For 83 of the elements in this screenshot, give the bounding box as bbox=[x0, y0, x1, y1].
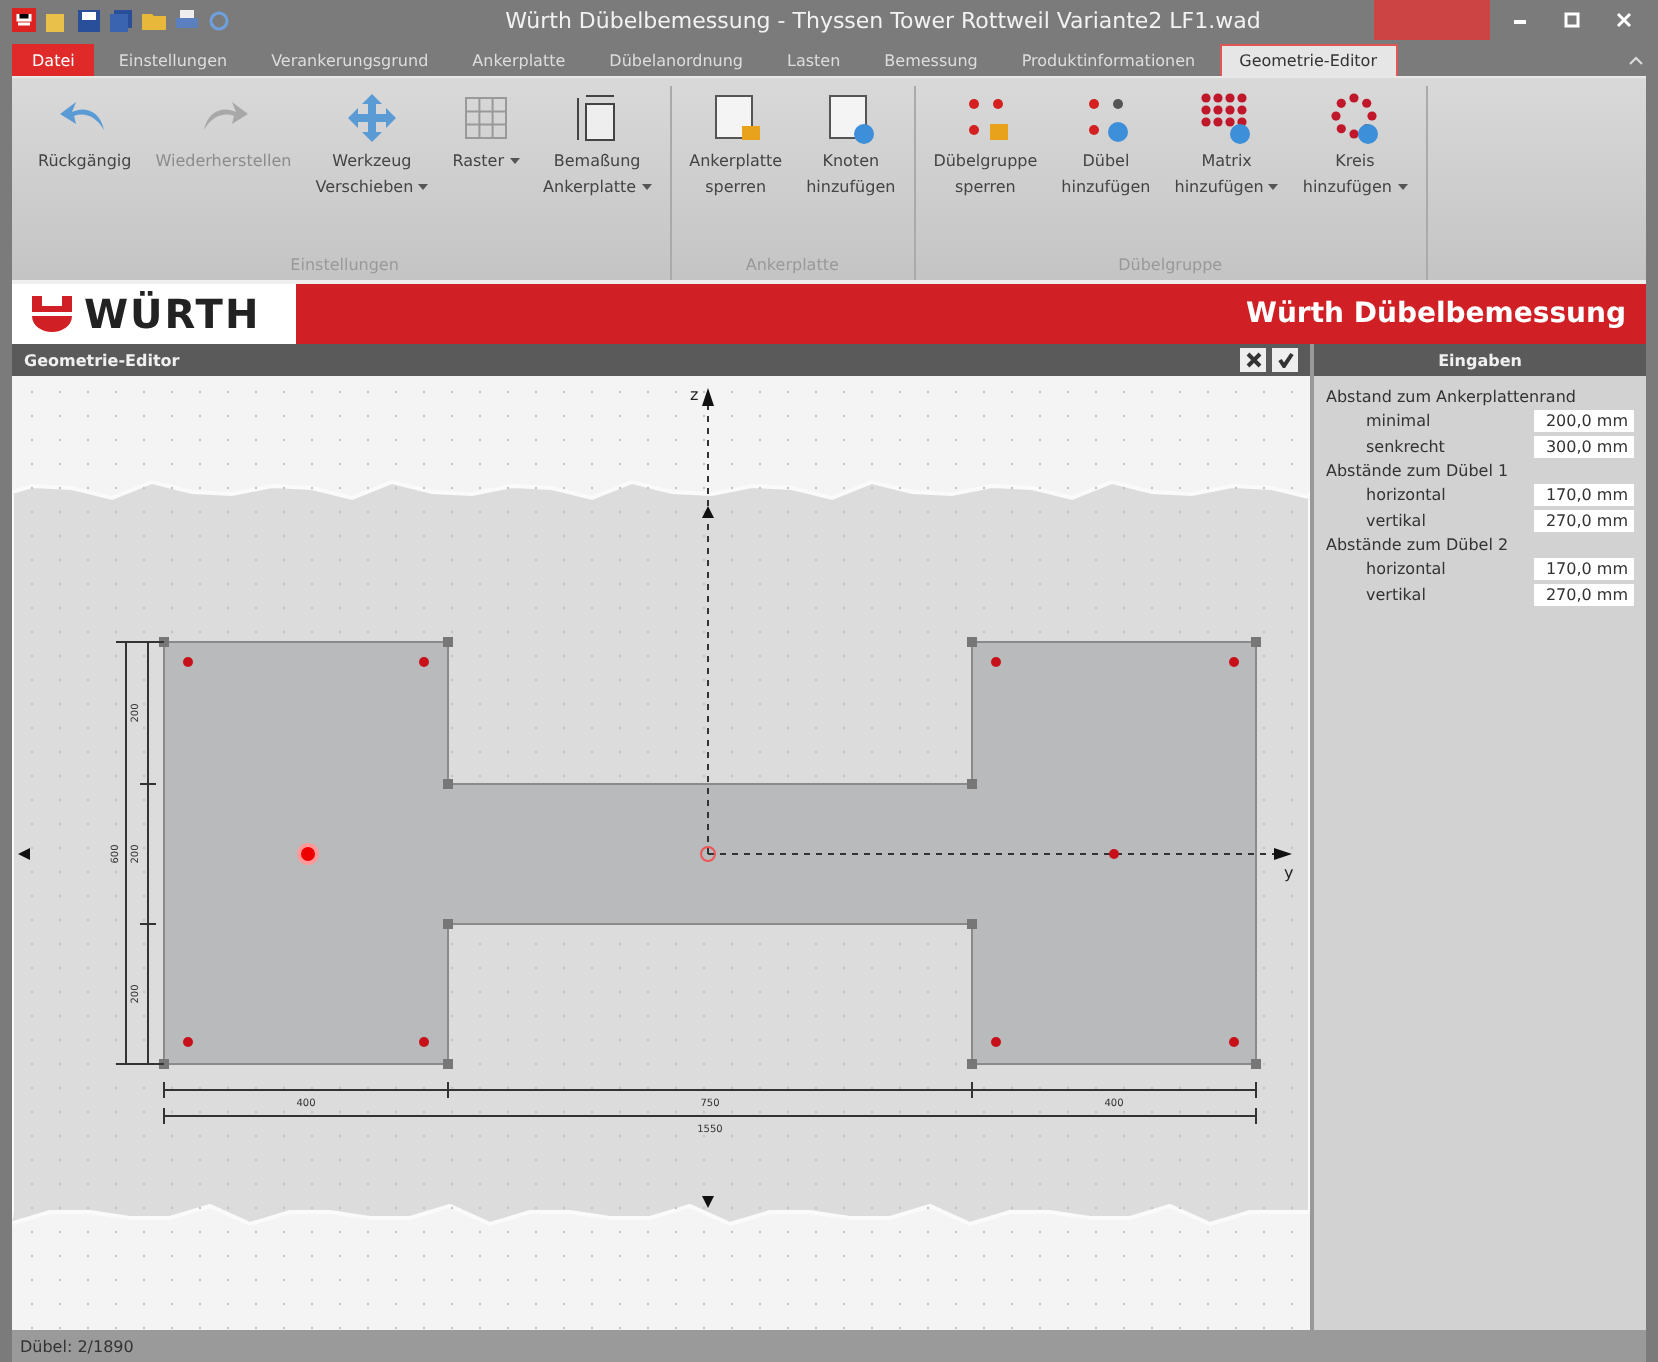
save-icon[interactable] bbox=[78, 9, 100, 31]
section-heading: Abstand zum Ankerplattenrand bbox=[1326, 388, 1578, 406]
toolbar-icon[interactable] bbox=[46, 9, 68, 31]
origin-marker bbox=[700, 846, 716, 862]
node-handle[interactable] bbox=[967, 637, 977, 647]
logo-icon bbox=[32, 296, 72, 332]
field-label: vertikal bbox=[1366, 586, 1428, 604]
caret-icon bbox=[1268, 184, 1279, 192]
node-handle[interactable] bbox=[967, 1059, 977, 1069]
axis-label: z bbox=[690, 386, 699, 404]
caret-icon bbox=[418, 184, 429, 192]
node-handle[interactable] bbox=[159, 1059, 169, 1069]
ribbon-button[interactable]: Werkzeug Verschieben bbox=[309, 86, 435, 256]
input-field[interactable]: 300,0 mm bbox=[1534, 436, 1634, 458]
editor-title: Geometrie-Editor bbox=[24, 351, 182, 369]
node-handle[interactable] bbox=[443, 637, 453, 647]
field-label: vertikal bbox=[1366, 512, 1428, 530]
ribbon-button[interactable]: Knoten hinzufügen bbox=[800, 86, 902, 256]
input-field[interactable]: 270,0 mm bbox=[1534, 510, 1634, 532]
section-heading: Abstände zum Dübel 1 bbox=[1326, 462, 1511, 480]
axis-label: y bbox=[1284, 864, 1294, 882]
dowel-marker[interactable] bbox=[1229, 657, 1239, 667]
dowel-marker[interactable] bbox=[183, 657, 193, 667]
window-title: Würth Dübelbemessung - Thyssen Tower Rottweil Variante2 LF1.wad bbox=[503, 7, 1263, 33]
banner-title: Würth Dübelbemessung bbox=[1244, 298, 1628, 330]
node-handle[interactable] bbox=[967, 779, 977, 789]
app-logo-icon[interactable] bbox=[12, 8, 36, 32]
title-highlight bbox=[1374, 0, 1490, 40]
close-icon bbox=[1245, 352, 1261, 368]
move-icon bbox=[343, 90, 400, 146]
scroll-up-icon[interactable] bbox=[702, 506, 714, 518]
scroll-down-icon[interactable] bbox=[702, 1196, 714, 1208]
cancel-button[interactable] bbox=[1240, 348, 1266, 372]
dowel-marker[interactable] bbox=[297, 843, 319, 865]
ribbon-button[interactable]: Bemaßung Ankerplatte bbox=[537, 86, 658, 256]
field-label: minimal bbox=[1366, 412, 1433, 430]
section-heading: Abstände zum Dübel 2 bbox=[1326, 536, 1511, 554]
panel-title: Eingaben bbox=[1438, 351, 1522, 369]
caret-icon bbox=[509, 158, 520, 166]
anchor-plate[interactable] bbox=[163, 641, 1257, 1065]
input-field[interactable]: 170,0 mm bbox=[1534, 484, 1634, 506]
save-all-icon[interactable] bbox=[110, 9, 132, 31]
print-icon[interactable] bbox=[176, 9, 198, 31]
dowel-marker[interactable] bbox=[419, 1037, 429, 1047]
check-icon bbox=[1277, 352, 1293, 368]
dowel-matrix-icon bbox=[1198, 90, 1255, 146]
folder-icon[interactable] bbox=[142, 9, 166, 31]
node-handle[interactable] bbox=[443, 779, 453, 789]
dowel-marker[interactable] bbox=[183, 1037, 193, 1047]
input-field[interactable]: 200,0 mm bbox=[1534, 410, 1634, 432]
ribbon-button[interactable]: Raster bbox=[446, 86, 526, 256]
dowel-marker[interactable] bbox=[419, 657, 429, 667]
ribbon-button[interactable]: Kreis hinzufügen bbox=[1296, 86, 1414, 256]
ribbon-tab[interactable]: Geometrie-Editor bbox=[1219, 44, 1397, 76]
refresh-icon[interactable] bbox=[208, 9, 230, 31]
dowel-marker[interactable] bbox=[991, 1037, 1001, 1047]
confirm-button[interactable] bbox=[1272, 348, 1298, 372]
node-handle[interactable] bbox=[159, 637, 169, 647]
node-handle[interactable] bbox=[443, 1059, 453, 1069]
ribbon-tab[interactable]: Datei bbox=[12, 44, 95, 76]
ribbon-button[interactable]: Matrix hinzufügen bbox=[1168, 86, 1285, 256]
brand-name: WÜRTH bbox=[84, 290, 261, 338]
dowel-marker[interactable] bbox=[991, 657, 1001, 667]
node-handle[interactable] bbox=[443, 919, 453, 929]
node-handle[interactable] bbox=[1251, 637, 1261, 647]
input-field[interactable]: 270,0 mm bbox=[1534, 584, 1634, 606]
ribbon-button[interactable]: Dübel hinzufügen bbox=[1055, 86, 1157, 256]
ribbon-button[interactable]: Rückgängig bbox=[32, 86, 138, 256]
caret-icon bbox=[641, 184, 652, 192]
node-handle[interactable] bbox=[1251, 1059, 1261, 1069]
dowel-marker[interactable] bbox=[1229, 1037, 1239, 1047]
ribbon-button[interactable]: Dübelgruppe sperren bbox=[927, 86, 1044, 256]
input-field[interactable]: 170,0 mm bbox=[1534, 558, 1634, 580]
ribbon-button[interactable]: Ankerplatte sperren bbox=[683, 86, 789, 256]
field-label: horizontal bbox=[1366, 560, 1448, 578]
caret-icon bbox=[1397, 184, 1408, 192]
dowel-marker[interactable] bbox=[1109, 849, 1119, 859]
scroll-left-icon[interactable] bbox=[18, 848, 30, 860]
status-text: Dübel: 2/1890 bbox=[20, 1337, 134, 1355]
dowel-circle-icon bbox=[1326, 90, 1383, 146]
field-label: senkrecht bbox=[1366, 438, 1447, 456]
node-handle[interactable] bbox=[967, 919, 977, 929]
field-label: horizontal bbox=[1366, 486, 1448, 504]
